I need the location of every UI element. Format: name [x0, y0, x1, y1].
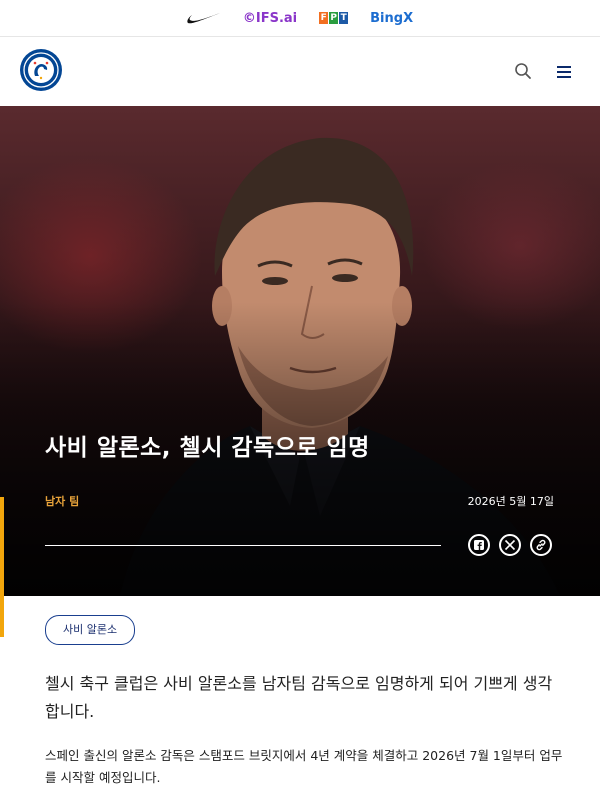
- hero-banner: 사비 알론소, 첼시 감독으로 임명 남자 팀 2026년 5월 17일: [0, 106, 600, 596]
- search-icon[interactable]: [514, 62, 532, 80]
- fpt-letter-t: T: [339, 12, 349, 24]
- facebook-icon[interactable]: [468, 534, 490, 556]
- fpt-letter-p: P: [329, 12, 339, 24]
- fpt-letter-f: F: [319, 12, 329, 24]
- nike-swoosh-icon: [187, 12, 220, 23]
- ifs-logo[interactable]: ©IFS.ai: [243, 11, 297, 26]
- article-tag-chip[interactable]: 사비 알론소: [45, 615, 136, 645]
- hero-divider: [45, 545, 441, 546]
- site-header: [0, 37, 600, 105]
- hamburger-menu-icon[interactable]: [556, 64, 572, 78]
- accent-bar: [0, 497, 4, 637]
- sponsor-bar: ©IFS.ai F P T BingX: [0, 0, 600, 37]
- article-category-link[interactable]: 남자 팀: [45, 493, 79, 509]
- article-date: 2026년 5월 17일: [467, 495, 554, 508]
- fpt-logo[interactable]: F P T: [319, 12, 349, 24]
- link-icon[interactable]: [530, 534, 552, 556]
- ifs-logo-text: ©IFS.ai: [242, 10, 298, 26]
- article-body-paragraph: 스페인 출신의 알론소 감독은 스탬포드 브릿지에서 4년 계약을 체결하고 2…: [45, 748, 563, 785]
- x-icon[interactable]: [499, 534, 521, 556]
- bingx-logo-text: BingX: [370, 10, 414, 26]
- bingx-logo[interactable]: BingX: [370, 11, 413, 26]
- article-headline: 사비 알론소, 첼시 감독으로 임명: [45, 435, 370, 461]
- chelsea-crest-icon[interactable]: [19, 48, 63, 92]
- hero-gradient-overlay: [0, 106, 600, 596]
- article-lead-paragraph: 첼시 축구 클럽은 사비 알론소를 남자팀 감독으로 임명하게 되어 기쁘게 생…: [45, 674, 553, 721]
- nike-logo[interactable]: [187, 12, 221, 25]
